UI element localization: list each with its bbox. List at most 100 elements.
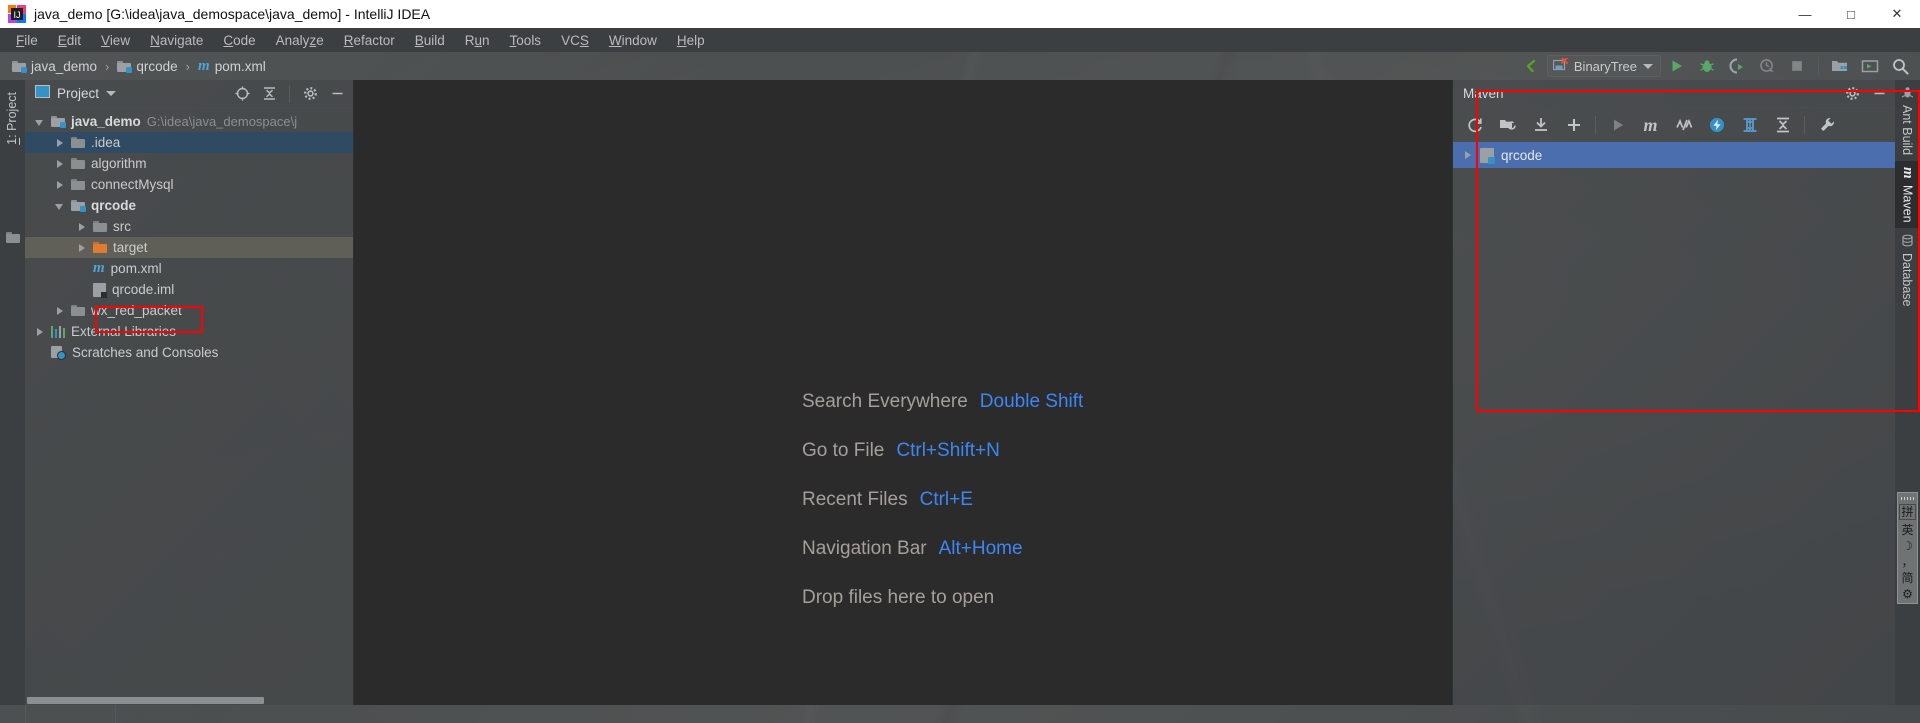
execute-maven-goal-button[interactable]: m	[1635, 111, 1666, 139]
run-config-icon	[1552, 56, 1568, 75]
scrollbar-thumb[interactable]	[27, 697, 264, 704]
maven-tree-item-qrcode[interactable]: qrcode	[1453, 142, 1895, 168]
tree-item-qrcode[interactable]: qrcode	[25, 195, 353, 216]
minimize-icon[interactable]	[325, 82, 349, 106]
tree-item-scratches-and-consoles[interactable]: Scratches and Consoles	[25, 342, 353, 363]
menu-view[interactable]: View	[91, 31, 140, 50]
chevron-right-icon[interactable]	[55, 180, 65, 190]
chevron-right-icon[interactable]	[35, 327, 45, 337]
run-coverage-button[interactable]	[1723, 54, 1751, 78]
chevron-down-icon[interactable]	[106, 91, 117, 96]
sidebar-tab-ant-build[interactable]: Ant Build	[1895, 80, 1919, 161]
minimize-icon[interactable]	[1867, 82, 1891, 106]
tree-item-pom-xml[interactable]: m pom.xml	[25, 258, 353, 279]
menu-window[interactable]: Window	[599, 31, 667, 50]
menu-edit[interactable]: Edit	[48, 31, 91, 50]
menu-run[interactable]: Run	[455, 31, 500, 50]
chevron-down-icon[interactable]	[55, 201, 65, 211]
chevron-right-icon[interactable]	[1463, 150, 1473, 160]
tree-item-algorithm[interactable]: algorithm	[25, 153, 353, 174]
tree-item-external-libraries[interactable]: External Libraries	[25, 321, 353, 342]
event-log-button[interactable]: Event Log	[26, 705, 115, 723]
navigation-toolbar-row: java_demo › qrcode › m pom.xml BinaryTre…	[0, 52, 1920, 80]
sidebar-tab-database[interactable]: Database	[1895, 228, 1919, 313]
maven-settings-wrench-button[interactable]	[1811, 111, 1842, 139]
intellij-idea-logo-icon: IJ	[8, 5, 26, 23]
iml-file-icon	[93, 282, 107, 298]
tree-item-connectmysql[interactable]: connectMysql	[25, 174, 353, 195]
ime-punctuation-toggle[interactable]: ，	[1901, 556, 1913, 568]
search-everywhere-button[interactable]	[1886, 54, 1914, 78]
maximize-button[interactable]: □	[1828, 0, 1874, 28]
ime-halfwidth-toggle[interactable]: ☽	[1902, 540, 1913, 552]
close-button[interactable]: ✕	[1874, 0, 1920, 28]
chevron-right-icon[interactable]	[55, 159, 65, 169]
svg-text:IJ: IJ	[13, 10, 20, 20]
toggle-offline-mode-button[interactable]	[1701, 111, 1732, 139]
target-icon[interactable]	[230, 82, 254, 106]
reload-all-maven-projects-button[interactable]	[1459, 111, 1490, 139]
profile-button[interactable]	[1753, 54, 1781, 78]
menu-tools[interactable]: Tools	[500, 31, 552, 50]
tree-item-idea[interactable]: .idea	[25, 132, 353, 153]
collapse-all-button[interactable]	[1767, 111, 1798, 139]
chevron-right-icon[interactable]	[55, 306, 65, 316]
hint-action-label: Drop files here to open	[802, 586, 995, 608]
hint-shortcut: Alt+Home	[938, 537, 1023, 559]
add-maven-project-button[interactable]	[1558, 111, 1589, 139]
ime-english-mode[interactable]: 英	[1901, 524, 1913, 536]
minimize-button[interactable]: —	[1782, 0, 1828, 28]
menu-code[interactable]: Code	[213, 31, 265, 50]
project-panel-horizontal-scrollbar[interactable]	[25, 696, 353, 705]
terminal-button[interactable]	[1856, 54, 1884, 78]
gear-icon[interactable]	[298, 82, 322, 106]
breadcrumb-item-java-demo[interactable]: java_demo	[8, 58, 101, 75]
tree-item-java-demo[interactable]: java_demo G:\idea\java_demospace\j	[25, 111, 353, 132]
chevron-right-icon[interactable]	[77, 222, 87, 232]
ime-simplified-toggle[interactable]: 简	[1901, 572, 1913, 584]
project-structure-button[interactable]	[1826, 54, 1854, 78]
download-sources-button[interactable]	[1525, 111, 1556, 139]
back-arrow-icon[interactable]	[1517, 54, 1545, 78]
run-button[interactable]	[1663, 54, 1691, 78]
breadcrumb-item-qrcode[interactable]: qrcode	[113, 58, 181, 75]
ime-toolbar[interactable]: 拼 英 ☽ ， 简 ⚙	[1897, 492, 1918, 604]
tree-item-label: wx_red_packet	[91, 303, 182, 318]
chevron-right-icon[interactable]	[55, 138, 65, 148]
menu-refactor[interactable]: Refactor	[334, 31, 405, 50]
sidebar-tab-project[interactable]: 1: Project	[0, 88, 25, 149]
menu-navigate[interactable]: Navigate	[140, 31, 213, 50]
tree-item-qrcode-iml[interactable]: qrcode.iml	[25, 279, 353, 300]
menu-vcs[interactable]: VCS	[551, 31, 599, 50]
sidebar-tab-maven[interactable]: m Maven	[1895, 161, 1920, 229]
ime-drag-handle[interactable]	[1901, 497, 1914, 500]
gear-icon[interactable]	[1840, 82, 1864, 106]
maven-panel-title: Maven	[1463, 86, 1504, 101]
show-dependencies-button[interactable]	[1734, 111, 1765, 139]
hint-shortcut: Double Shift	[979, 390, 1084, 412]
run-maven-build-button[interactable]	[1602, 111, 1633, 139]
tree-item-wx-red-packet[interactable]: wx_red_packet	[25, 300, 353, 321]
toggle-skip-tests-button[interactable]	[1668, 111, 1699, 139]
menu-analyze[interactable]: Analyze	[266, 31, 334, 50]
folder-module-icon	[71, 200, 86, 212]
menu-help[interactable]: Help	[667, 31, 715, 50]
chevron-down-icon[interactable]	[35, 117, 45, 127]
debug-button[interactable]	[1693, 54, 1721, 78]
ime-pinyin-mode[interactable]: 拼	[1899, 504, 1916, 520]
tree-item-src[interactable]: src	[25, 216, 353, 237]
editor-empty-area[interactable]: Search Everywhere Double Shift Go to Fil…	[354, 80, 1452, 705]
menu-build[interactable]: Build	[405, 31, 455, 50]
tree-item-label: qrcode.iml	[112, 282, 175, 297]
tree-item-target[interactable]: target	[25, 237, 353, 258]
generate-sources-button[interactable]	[1492, 111, 1523, 139]
chevron-right-icon[interactable]	[77, 243, 87, 253]
stop-button[interactable]	[1783, 54, 1811, 78]
breadcrumb-item-pom-xml[interactable]: m pom.xml	[194, 58, 270, 75]
collapse-all-icon[interactable]	[257, 82, 281, 106]
run-configuration-selector[interactable]: BinaryTree	[1546, 55, 1661, 77]
ime-settings[interactable]: ⚙	[1902, 588, 1913, 600]
project-panel-header: Project	[25, 80, 353, 108]
menu-file[interactable]: File	[6, 31, 48, 50]
